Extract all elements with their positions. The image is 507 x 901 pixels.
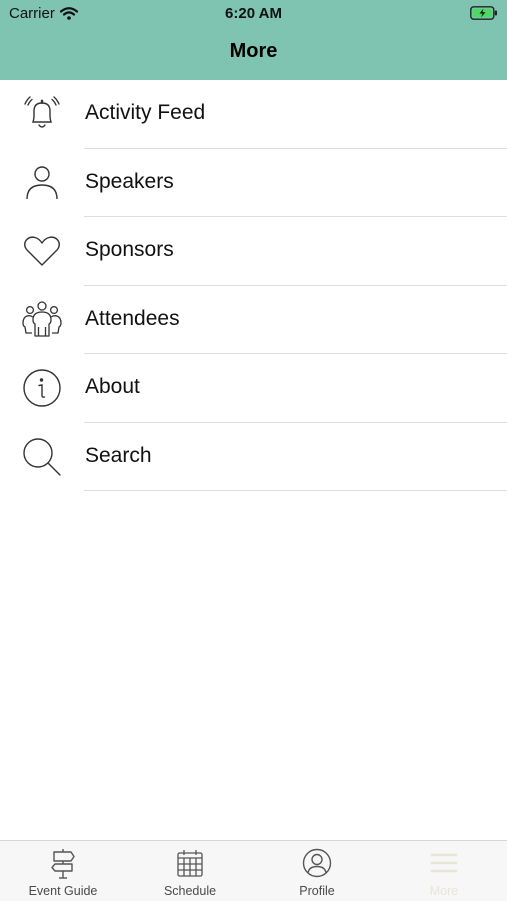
battery-icon [470, 6, 497, 20]
status-bar: Carrier 6:20 AM [0, 0, 507, 28]
tab-schedule[interactable]: Schedule [127, 841, 253, 901]
status-time: 6:20 AM [225, 5, 282, 22]
menu-item-label: Speakers [85, 169, 174, 193]
person-icon [26, 165, 58, 199]
menu-item-about[interactable]: About [0, 354, 507, 423]
heart-icon [24, 236, 60, 266]
tab-label: More [429, 884, 459, 898]
menu-item-label: About [85, 375, 140, 398]
menu-item-label: Activity Feed [85, 101, 206, 124]
tab-more[interactable]: More [381, 841, 507, 901]
menu-item-search[interactable]: Search [0, 423, 507, 491]
page-title: More [229, 40, 278, 62]
menu-item-label: Attendees [85, 306, 180, 330]
menu-item-speakers[interactable]: Speakers [0, 149, 507, 217]
menu-item-activity-feed[interactable]: Activity Feed [0, 80, 507, 149]
menu-item-label: Search [85, 443, 152, 467]
menu-item-sponsors[interactable]: Sponsors [0, 217, 507, 286]
group-icon [22, 300, 62, 337]
info-icon [23, 369, 61, 407]
tab-bar: Event Guide Schedule Profile More [0, 840, 507, 901]
divider [84, 490, 507, 491]
bell-icon [24, 96, 60, 128]
calendar-icon [177, 850, 203, 877]
tab-label: Profile [299, 884, 335, 898]
menu-item-label: Sponsors [85, 238, 174, 261]
header: Carrier 6:20 AM More [0, 0, 507, 80]
profile-icon [302, 848, 332, 878]
tab-label: Event Guide [28, 884, 98, 898]
menu-list: Activity Feed Speakers Sponsors Attendee… [0, 80, 507, 491]
menu-item-attendees[interactable]: Attendees [0, 286, 507, 354]
tab-event-guide[interactable]: Event Guide [0, 841, 126, 901]
menu-lines-icon [430, 853, 458, 873]
signpost-icon [51, 849, 75, 879]
tab-label: Schedule [163, 884, 217, 898]
search-icon [23, 437, 61, 476]
tab-profile[interactable]: Profile [254, 841, 380, 901]
